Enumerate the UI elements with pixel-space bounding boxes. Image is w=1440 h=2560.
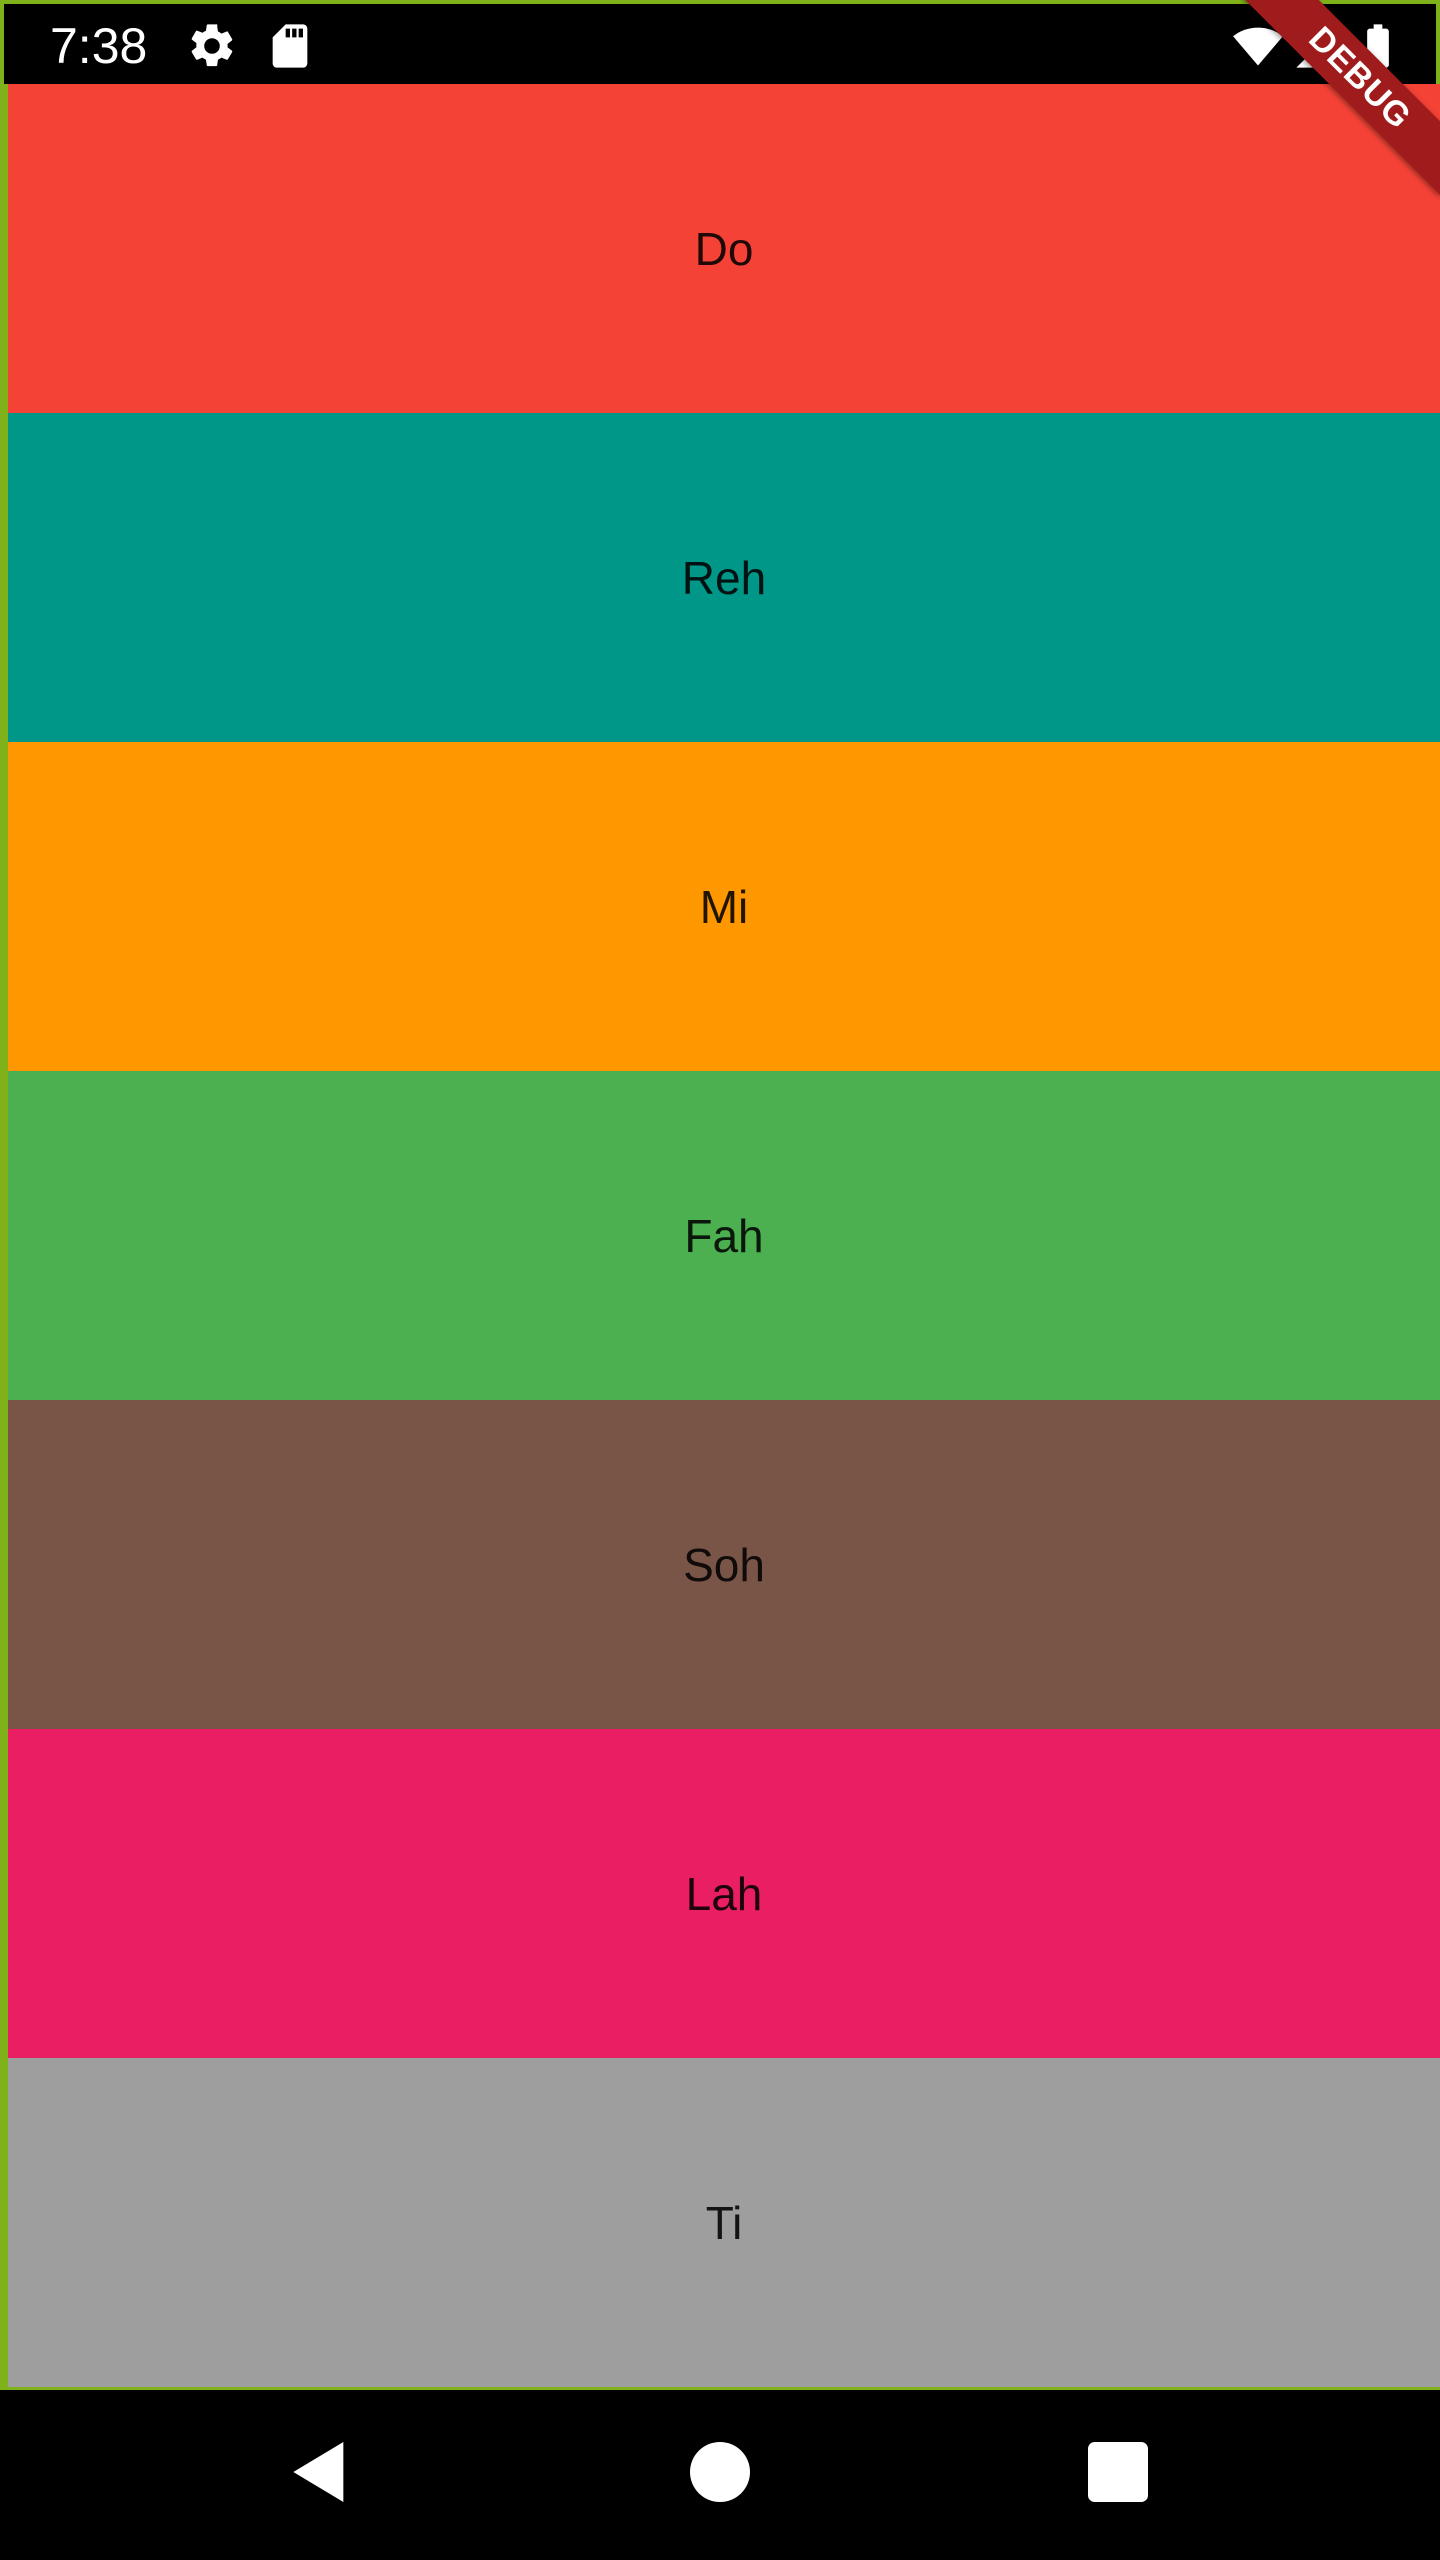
status-bar: 7:38 [0, 0, 1440, 84]
cell-signal-icon [1292, 20, 1344, 72]
note-key-label: Fah [684, 1209, 764, 1262]
sd-card-icon [264, 20, 316, 72]
phone-screen: 7:38 Do Reh Mi Fah Soh Lah Ti DEBUG [0, 0, 1440, 2560]
note-key-label: Mi [699, 880, 749, 933]
home-icon[interactable] [680, 2432, 760, 2512]
battery-icon [1352, 20, 1404, 72]
note-key-label: Soh [683, 1538, 765, 1591]
note-key-label: Reh [681, 551, 767, 604]
note-key-ti[interactable]: Ti [8, 2058, 1440, 2387]
note-key-fah[interactable]: Fah [8, 1071, 1440, 1400]
note-key-label: Ti [705, 2196, 743, 2249]
note-key-mi[interactable]: Mi [8, 742, 1440, 1071]
navigation-bar [0, 2390, 1440, 2560]
note-key-soh[interactable]: Soh [8, 1400, 1440, 1729]
wifi-icon [1232, 20, 1284, 72]
note-key-reh[interactable]: Reh [8, 413, 1440, 742]
status-time: 7:38 [50, 18, 148, 74]
note-key-do[interactable]: Do [8, 84, 1440, 413]
recents-icon[interactable] [1078, 2432, 1158, 2512]
note-key-lah[interactable]: Lah [8, 1729, 1440, 2058]
xylophone-app: Do Reh Mi Fah Soh Lah Ti [0, 84, 1440, 2390]
note-key-label: Lah [685, 1867, 763, 1920]
note-key-label: Do [694, 222, 754, 275]
gear-icon [186, 20, 238, 72]
back-icon[interactable] [280, 2432, 360, 2512]
